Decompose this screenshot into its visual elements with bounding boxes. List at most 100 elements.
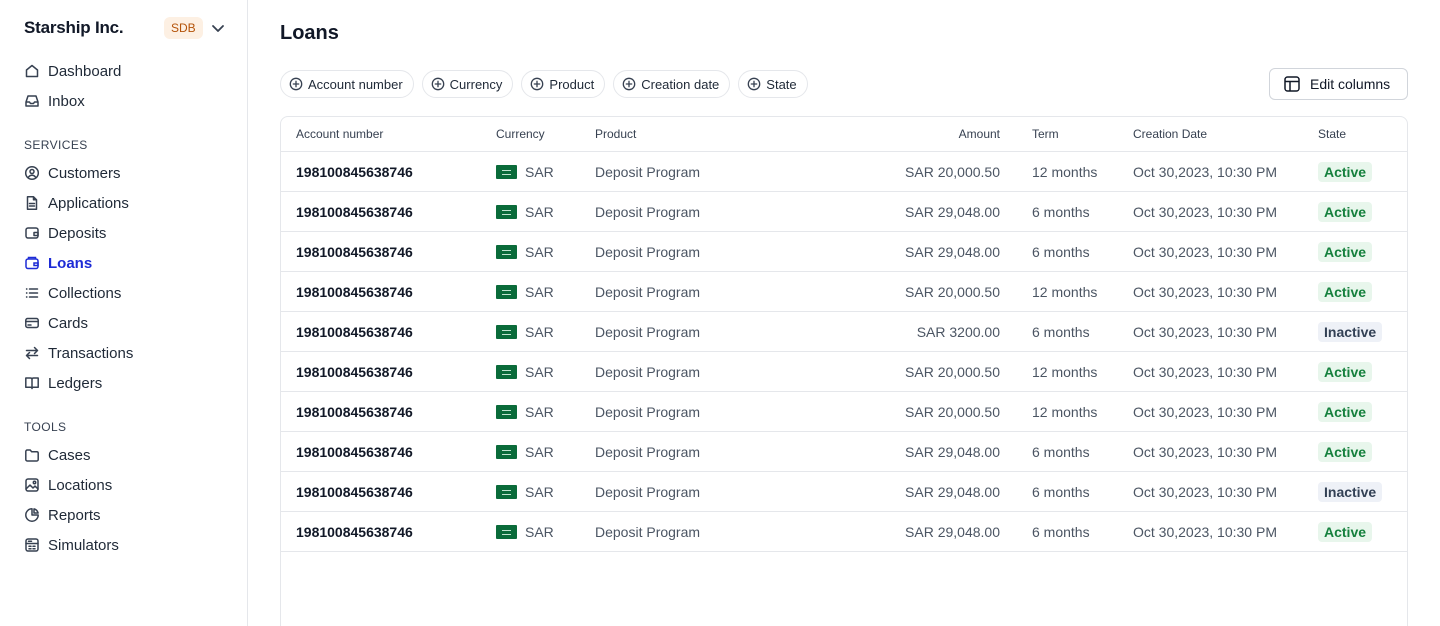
amount: SAR 29,048.00 <box>905 204 1000 220</box>
sidebar-item-customers[interactable]: Customers <box>24 162 121 184</box>
org-badge: SDB <box>164 17 203 39</box>
account-number: 198100845638746 <box>296 444 413 460</box>
creation-date: Oct 30,2023, 10:30 PM <box>1133 364 1277 380</box>
header-state[interactable]: State <box>1318 127 1346 141</box>
currency-code: SAR <box>525 164 554 180</box>
filter-chip-state[interactable]: State <box>738 70 808 98</box>
sidebar-item-cards[interactable]: Cards <box>24 312 88 334</box>
status-badge: Active <box>1318 242 1373 262</box>
filter-chip-account-number[interactable]: Account number <box>280 70 414 98</box>
currency-cell: SAR <box>496 244 554 260</box>
term: 6 months <box>1032 244 1090 260</box>
table-row[interactable]: 198100845638746 SAR Deposit Program SAR 29,… <box>281 192 1407 232</box>
header-amount[interactable]: Amount <box>959 127 1000 141</box>
account-number: 198100845638746 <box>296 324 413 340</box>
table-row[interactable]: 198100845638746 SAR Deposit Program SAR 20,… <box>281 392 1407 432</box>
amount: SAR 29,048.00 <box>905 444 1000 460</box>
sidebar-item-label: Reports <box>48 506 101 524</box>
header-currency[interactable]: Currency <box>496 127 545 141</box>
page-title: Loans <box>280 22 339 44</box>
sidebar-item-label: Ledgers <box>48 374 103 392</box>
table-row[interactable]: 198100845638746 SAR Deposit Program SAR 29,… <box>281 512 1407 552</box>
status-badge: Active <box>1318 402 1373 422</box>
currency-cell: SAR <box>496 484 554 500</box>
sidebar-item-loans[interactable]: Loans <box>24 252 92 274</box>
amount: SAR 20,000.50 <box>905 284 1000 300</box>
status-badge: Active <box>1318 162 1373 182</box>
product-name: Deposit Program <box>595 284 701 300</box>
sidebar-item-cases[interactable]: Cases <box>24 444 91 466</box>
chevron-down-icon[interactable] <box>208 18 228 38</box>
term: 6 months <box>1032 444 1090 460</box>
header-term[interactable]: Term <box>1032 127 1059 141</box>
table-row[interactable]: 198100845638746 SAR Deposit Program SAR 320… <box>281 312 1407 352</box>
filter-chip-creation-date[interactable]: Creation date <box>613 70 731 98</box>
loans-icon <box>24 255 40 271</box>
currency-code: SAR <box>525 204 554 220</box>
filter-chip-label: Creation date <box>641 76 720 92</box>
table-row[interactable]: 198100845638746 SAR Deposit Program SAR 20,… <box>281 352 1407 392</box>
document-icon <box>24 195 40 211</box>
filter-chip-label: Product <box>549 76 595 92</box>
columns-icon <box>1283 75 1301 93</box>
org-name: Starship Inc. <box>24 18 124 37</box>
saudi-flag-icon <box>496 525 517 539</box>
currency-cell: SAR <box>496 204 554 220</box>
sidebar-item-label: Applications <box>48 194 129 212</box>
product-name: Deposit Program <box>595 524 701 540</box>
status-badge: Active <box>1318 202 1373 222</box>
filter-chip-product[interactable]: Product <box>521 70 606 98</box>
filter-chip-currency[interactable]: Currency <box>421 70 514 98</box>
sidebar-item-applications[interactable]: Applications <box>24 192 129 214</box>
loans-table: Account number Currency Product Amount T… <box>280 116 1408 626</box>
saudi-flag-icon <box>496 405 517 419</box>
account-number: 198100845638746 <box>296 404 413 420</box>
table-row[interactable]: 198100845638746 SAR Deposit Program SAR 29,… <box>281 432 1407 472</box>
product-name: Deposit Program <box>595 364 701 380</box>
table-row[interactable]: 198100845638746 SAR Deposit Program SAR 29,… <box>281 232 1407 272</box>
currency-code: SAR <box>525 324 554 340</box>
term: 6 months <box>1032 484 1090 500</box>
sidebar-item-dashboard[interactable]: Dashboard <box>24 60 121 82</box>
account-number: 198100845638746 <box>296 484 413 500</box>
sidebar-item-inbox[interactable]: Inbox <box>24 90 85 112</box>
product-name: Deposit Program <box>595 204 701 220</box>
amount: SAR 3200.00 <box>916 324 1000 340</box>
currency-code: SAR <box>525 364 554 380</box>
calculator-icon <box>24 537 40 553</box>
table-row[interactable]: 198100845638746 SAR Deposit Program SAR 29,… <box>281 472 1407 512</box>
amount: SAR 20,000.50 <box>905 364 1000 380</box>
amount: SAR 20,000.50 <box>905 404 1000 420</box>
sidebar-item-locations[interactable]: Locations <box>24 474 112 496</box>
org-switcher[interactable]: Starship Inc. SDB <box>24 14 224 42</box>
sidebar-item-label: Dashboard <box>48 62 122 80</box>
term: 12 months <box>1032 284 1098 300</box>
sidebar-item-reports[interactable]: Reports <box>24 504 101 526</box>
sidebar-item-deposits[interactable]: Deposits <box>24 222 106 244</box>
creation-date: Oct 30,2023, 10:30 PM <box>1133 444 1277 460</box>
status-badge: Active <box>1318 442 1373 462</box>
pie-icon <box>24 507 40 523</box>
header-account[interactable]: Account number <box>296 127 383 141</box>
table-row[interactable]: 198100845638746 SAR Deposit Program SAR 20,… <box>281 152 1407 192</box>
sidebar-item-label: Collections <box>48 284 122 302</box>
sidebar-item-collections[interactable]: Collections <box>24 282 121 304</box>
table-row[interactable]: 198100845638746 SAR Deposit Program SAR 20,… <box>281 272 1407 312</box>
sidebar-item-transactions[interactable]: Transactions <box>24 342 133 364</box>
card-icon <box>24 315 40 331</box>
sidebar-item-simulators[interactable]: Simulators <box>24 534 119 556</box>
amount: SAR 20,000.50 <box>905 164 1000 180</box>
term: 12 months <box>1032 364 1098 380</box>
plus-circle-icon <box>289 77 303 91</box>
sidebar-item-ledgers[interactable]: Ledgers <box>24 372 102 394</box>
header-product[interactable]: Product <box>595 127 636 141</box>
header-date[interactable]: Creation Date <box>1133 127 1207 141</box>
creation-date: Oct 30,2023, 10:30 PM <box>1133 164 1277 180</box>
edit-columns-button[interactable]: Edit columns <box>1269 68 1408 100</box>
creation-date: Oct 30,2023, 10:30 PM <box>1133 204 1277 220</box>
product-name: Deposit Program <box>595 484 701 500</box>
filter-chip-label: State <box>766 76 797 92</box>
term: 6 months <box>1032 324 1090 340</box>
currency-code: SAR <box>525 484 554 500</box>
book-icon <box>24 375 40 391</box>
